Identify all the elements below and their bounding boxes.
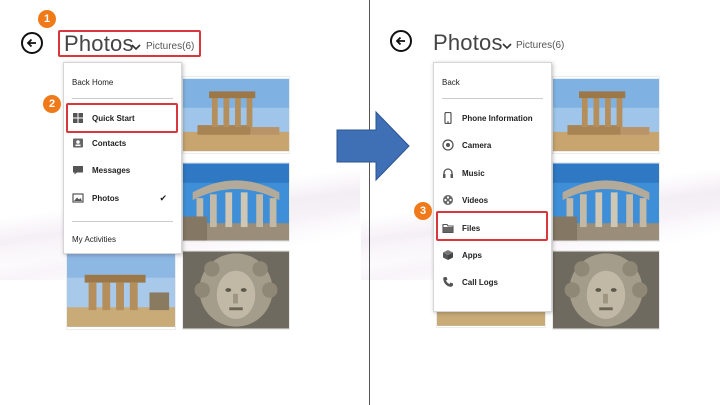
back-button[interactable] [390, 30, 412, 52]
menu-item-camera[interactable]: Camera [442, 134, 543, 156]
phone-icon [444, 112, 452, 124]
highlight-files [436, 211, 548, 241]
checkmark-icon: ✔ [159, 192, 167, 203]
page-title: Photos [433, 30, 503, 55]
highlight-title [58, 30, 201, 57]
highlight-quick-start [66, 103, 178, 133]
folder-subtitle: Pictures(6) [516, 40, 565, 51]
arrow-left-icon [395, 36, 405, 46]
step-badge-1: 1 [38, 10, 56, 28]
menu-item-my-activities[interactable]: My Activities [72, 228, 173, 250]
navigation-menu: Back Home Quick Start Contacts Messages … [63, 62, 182, 254]
menu-item-messages[interactable]: Messages [72, 159, 173, 181]
step-badge-3: 3 [414, 202, 432, 220]
menu-divider [72, 221, 173, 222]
call-log-icon [443, 277, 453, 287]
apps-icon [443, 250, 453, 260]
panel-divider [369, 0, 370, 405]
menu-divider [72, 98, 173, 99]
menu-item-music[interactable]: Music [442, 162, 543, 184]
photo-icon [72, 193, 84, 203]
menu-divider [442, 98, 543, 99]
menu-item-back-home[interactable]: Back Home [72, 71, 173, 93]
menu-item-apps[interactable]: Apps [442, 244, 543, 266]
photo-thumbnail[interactable] [552, 250, 660, 330]
message-icon [73, 166, 83, 175]
photo-thumbnail[interactable] [66, 250, 176, 330]
navigation-menu: Back Phone Information Camera Music Vide… [433, 62, 552, 312]
photo-thumbnail[interactable] [182, 162, 290, 242]
menu-item-photos[interactable]: Photos ✔ [72, 187, 173, 209]
step-badge-2: 2 [43, 95, 61, 113]
back-button[interactable] [21, 32, 43, 54]
film-reel-icon [443, 195, 453, 205]
photo-thumbnail[interactable] [182, 76, 290, 154]
camera-icon [442, 139, 454, 151]
contacts-icon [73, 138, 83, 148]
photo-thumbnail[interactable] [552, 76, 660, 154]
photo-thumbnail[interactable] [182, 250, 290, 330]
arrow-left-icon [26, 38, 36, 48]
menu-item-phone-information[interactable]: Phone Information [442, 107, 543, 129]
transition-arrow-icon [336, 110, 410, 182]
chevron-down-icon[interactable] [502, 43, 512, 50]
menu-item-call-logs[interactable]: Call Logs [442, 271, 543, 293]
menu-item-back[interactable]: Back [442, 71, 543, 93]
menu-item-videos[interactable]: Videos [442, 189, 543, 211]
photo-thumbnail[interactable] [552, 162, 660, 242]
menu-item-contacts[interactable]: Contacts [72, 132, 173, 154]
headphones-icon [443, 168, 453, 178]
